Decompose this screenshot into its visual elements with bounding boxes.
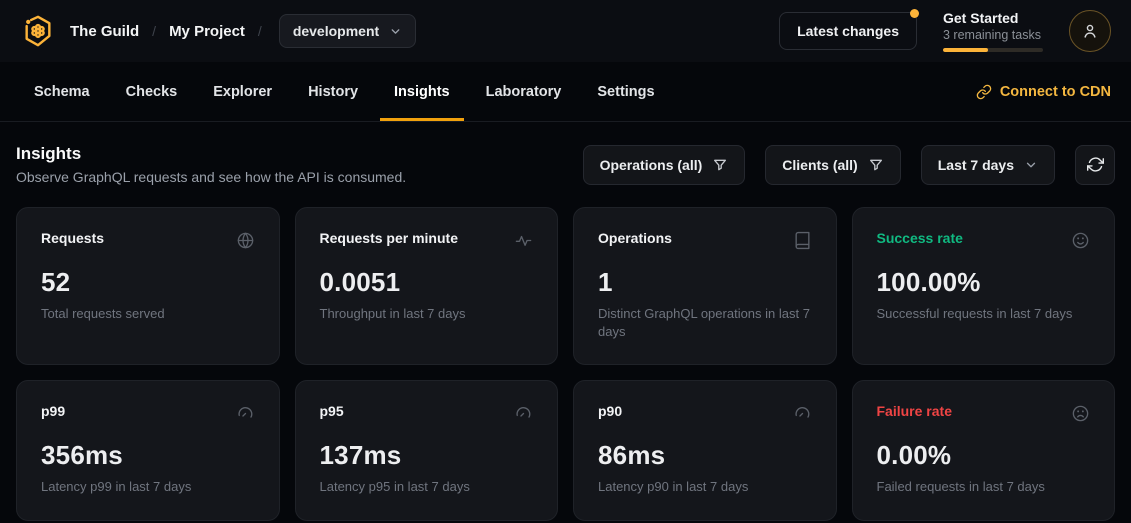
filter-icon [868, 157, 884, 173]
refresh-button[interactable] [1075, 145, 1115, 185]
smile-icon [1071, 231, 1090, 255]
user-icon [1081, 22, 1099, 40]
stat-card-p99: p99 356ms Latency p99 in last 7 days [16, 380, 280, 521]
card-title: Success rate [877, 230, 963, 246]
period-selector-label: Last 7 days [938, 157, 1014, 173]
latest-changes-label: Latest changes [797, 23, 899, 39]
card-value: 100.00% [877, 267, 1091, 298]
operations-filter-label: Operations (all) [600, 157, 703, 173]
card-header: Operations [598, 230, 812, 255]
card-title: Requests [41, 230, 104, 246]
stat-card-failure-rate: Failure rate 0.00% Failed requests in last… [852, 380, 1116, 521]
breadcrumb-project[interactable]: My Project [169, 23, 245, 40]
card-title: Operations [598, 230, 672, 246]
card-header: Requests [41, 230, 255, 255]
get-started-widget[interactable]: Get Started 3 remaining tasks [943, 10, 1043, 52]
card-value: 0.00% [877, 440, 1091, 471]
stats-grid: Requests52Total requests servedRequests … [0, 185, 1131, 521]
card-value: 0.0051 [320, 267, 534, 298]
connect-to-cdn-link[interactable]: Connect to CDN [976, 62, 1111, 121]
filter-icon [712, 157, 728, 173]
get-started-title: Get Started [943, 10, 1043, 26]
latest-changes-button[interactable]: Latest changes [779, 12, 917, 50]
tab-explorer[interactable]: Explorer [199, 62, 286, 121]
get-started-subtitle: 3 remaining tasks [943, 28, 1043, 42]
card-title: p90 [598, 403, 622, 419]
card-description: Total requests served [41, 305, 255, 323]
page-head: Insights Observe GraphQL requests and se… [0, 122, 1131, 185]
activity-icon [514, 231, 533, 255]
card-header: p95 [320, 403, 534, 428]
main-nav: SchemaChecksExplorerHistoryInsightsLabor… [0, 62, 1131, 122]
card-value: 137ms [320, 440, 534, 471]
page-title: Insights [16, 144, 406, 164]
gauge-icon [793, 404, 812, 428]
chevron-down-icon [389, 25, 402, 38]
frown-icon [1071, 404, 1090, 428]
card-value: 1 [598, 267, 812, 298]
card-header: p90 [598, 403, 812, 428]
card-description: Distinct GraphQL operations in last 7 da… [598, 305, 812, 340]
card-header: Success rate [877, 230, 1091, 255]
breadcrumb-separator: / [258, 23, 262, 39]
globe-icon [236, 231, 255, 255]
refresh-icon [1087, 156, 1104, 173]
card-description: Latency p90 in last 7 days [598, 478, 812, 496]
breadcrumb-org[interactable]: The Guild [70, 23, 139, 40]
clients-filter-button[interactable]: Clients (all) [765, 145, 900, 185]
breadcrumb: The Guild / My Project / [70, 23, 275, 40]
tab-history[interactable]: History [294, 62, 372, 121]
stat-card-p90: p90 86ms Latency p90 in last 7 days [573, 380, 837, 521]
page-subtitle: Observe GraphQL requests and see how the… [16, 169, 406, 185]
card-description: Latency p99 in last 7 days [41, 478, 255, 496]
target-selector-value: development [293, 23, 379, 39]
guild-logo-icon[interactable] [20, 13, 56, 49]
stat-card-success-rate: Success rate 100.00% Successful requests i… [852, 207, 1116, 365]
card-value: 356ms [41, 440, 255, 471]
card-description: Failed requests in last 7 days [877, 478, 1091, 496]
period-selector-button[interactable]: Last 7 days [921, 145, 1055, 185]
gauge-icon [514, 404, 533, 428]
tab-schema[interactable]: Schema [20, 62, 104, 121]
notification-dot [910, 9, 919, 18]
user-avatar[interactable] [1069, 10, 1111, 52]
filters-bar: Operations (all) Clients (all) Last 7 da… [583, 145, 1115, 185]
stat-card-operations: Operations 1 Distinct GraphQL operations i… [573, 207, 837, 365]
target-selector[interactable]: development [279, 14, 416, 48]
card-title: p99 [41, 403, 65, 419]
gauge-icon [236, 404, 255, 428]
tab-checks[interactable]: Checks [112, 62, 192, 121]
card-description: Throughput in last 7 days [320, 305, 534, 323]
card-header: Failure rate [877, 403, 1091, 428]
app-header: The Guild / My Project / development Lat… [0, 0, 1131, 62]
nav-tabs: SchemaChecksExplorerHistoryInsightsLabor… [20, 62, 669, 121]
card-title: p95 [320, 403, 344, 419]
stat-card-p95: p95 137ms Latency p95 in last 7 days [295, 380, 559, 521]
tab-settings[interactable]: Settings [583, 62, 668, 121]
card-value: 52 [41, 267, 255, 298]
card-title: Failure rate [877, 403, 952, 419]
card-value: 86ms [598, 440, 812, 471]
book-icon [793, 231, 812, 255]
link-icon [976, 84, 992, 100]
breadcrumb-separator: / [152, 23, 156, 39]
clients-filter-label: Clients (all) [782, 157, 857, 173]
chevron-down-icon [1024, 158, 1038, 172]
tab-laboratory[interactable]: Laboratory [472, 62, 576, 121]
get-started-progress-fill [943, 48, 988, 52]
card-description: Latency p95 in last 7 days [320, 478, 534, 496]
get-started-progressbar [943, 48, 1043, 52]
card-description: Successful requests in last 7 days [877, 305, 1091, 323]
operations-filter-button[interactable]: Operations (all) [583, 145, 746, 185]
card-header: Requests per minute [320, 230, 534, 255]
tab-insights[interactable]: Insights [380, 62, 464, 121]
card-header: p99 [41, 403, 255, 428]
stat-card-requests: Requests 52 Total requests served [16, 207, 280, 365]
stat-card-requests-per-minute: Requests per minute 0.0051 Throughput in l… [295, 207, 559, 365]
card-title: Requests per minute [320, 230, 458, 246]
page-head-text: Insights Observe GraphQL requests and se… [16, 144, 406, 185]
connect-to-cdn-label: Connect to CDN [1000, 84, 1111, 100]
